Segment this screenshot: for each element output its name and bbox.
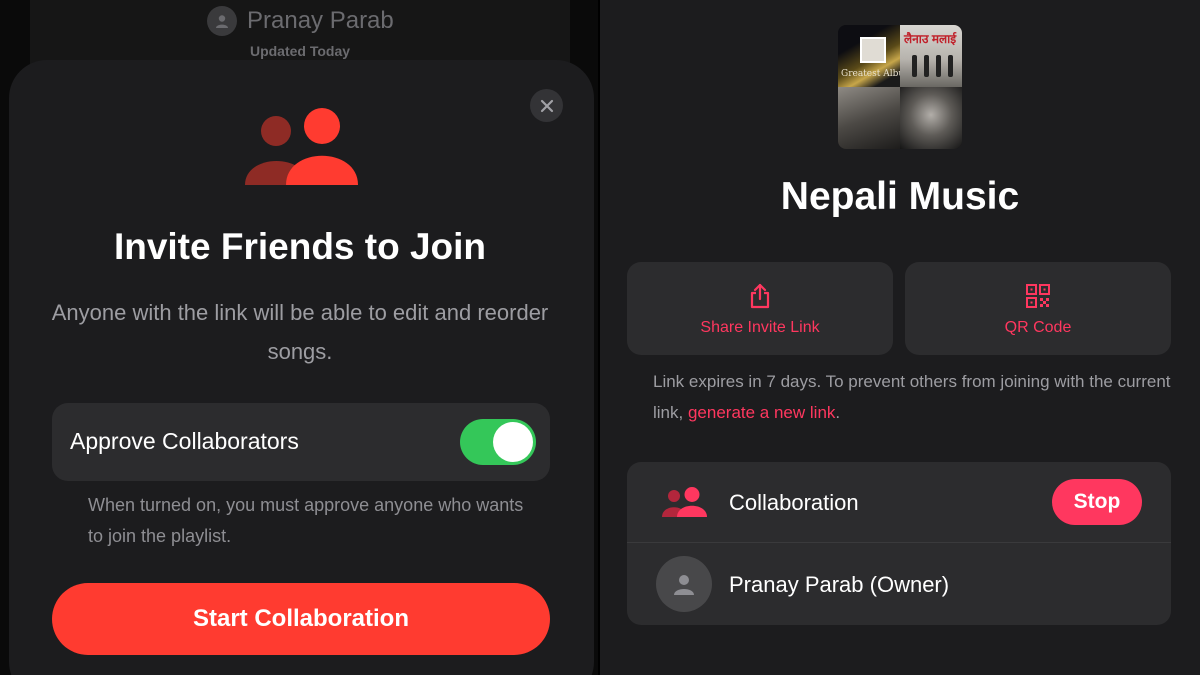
- artwork-tile: Greatest Album: [838, 25, 900, 87]
- link-expiry-end: .: [835, 403, 841, 422]
- share-invite-link-button[interactable]: Share Invite Link: [627, 262, 893, 355]
- stop-collaboration-button[interactable]: Stop: [1052, 479, 1142, 525]
- invite-description: Anyone with the link will be able to edi…: [51, 300, 549, 364]
- person-icon: [216, 15, 228, 28]
- artwork-tile: [900, 87, 962, 149]
- approve-collaborators-note: When turned on, you must approve anyone …: [88, 495, 524, 546]
- share-icon: [750, 283, 770, 309]
- collaboration-row: Collaboration Stop: [627, 462, 1171, 543]
- background-updated-label: Updated Today: [249, 43, 351, 59]
- person-icon: [674, 575, 694, 595]
- left-screen: Pranay Parab Updated Today Invite Friend…: [0, 0, 598, 675]
- artwork-caption: लैनाउ मलाई: [904, 32, 957, 46]
- approve-collaborators-label: Approve Collaborators: [70, 428, 299, 454]
- background-owner-row: Pranay Parab: [207, 6, 394, 36]
- artwork-figure: [912, 55, 917, 77]
- xmark-icon: [540, 99, 553, 112]
- right-screen: Greatest Album लैनाउ मलाई Nepali Music S…: [600, 0, 1200, 675]
- artwork-figure: [936, 55, 941, 77]
- invite-title: Invite Friends to Join: [113, 226, 487, 267]
- collaboration-label: Collaboration: [729, 490, 859, 515]
- share-invite-link-label: Share Invite Link: [700, 319, 820, 336]
- link-expiry-note: Link expires in 7 days. To prevent other…: [653, 366, 1173, 428]
- collaboration-card: Collaboration Stop Pranay Parab (Owner): [627, 462, 1171, 625]
- playlist-artwork: Greatest Album लैनाउ मलाई: [838, 25, 962, 149]
- playlist-title: Nepali Music: [780, 175, 1020, 218]
- qr-code-label: QR Code: [1004, 319, 1072, 336]
- collaborator-row[interactable]: Pranay Parab (Owner): [627, 543, 1171, 625]
- artwork-caption: Greatest Album: [841, 69, 900, 79]
- avatar: [656, 556, 712, 612]
- artwork-tile: लैनाउ मलाई: [900, 25, 962, 87]
- close-button[interactable]: [530, 89, 563, 122]
- background-owner-name: Pranay Parab: [247, 7, 394, 34]
- background-avatar: [207, 6, 237, 36]
- collaborator-name: Pranay Parab (Owner): [729, 572, 950, 597]
- approve-collaborators-toggle[interactable]: [460, 419, 536, 465]
- artwork-tile: [838, 87, 900, 149]
- generate-new-link[interactable]: generate a new link: [688, 403, 835, 422]
- qr-code-icon: [1026, 284, 1050, 308]
- artwork-figure: [948, 55, 953, 77]
- qr-code-button[interactable]: QR Code: [905, 262, 1171, 355]
- toggle-knob: [493, 422, 533, 462]
- artwork-figure: [924, 55, 929, 77]
- two-people-icon: [662, 487, 707, 517]
- artwork-portrait: [860, 37, 886, 63]
- two-people-icon: [245, 108, 358, 185]
- start-collaboration-button[interactable]: Start Collaboration: [52, 583, 550, 655]
